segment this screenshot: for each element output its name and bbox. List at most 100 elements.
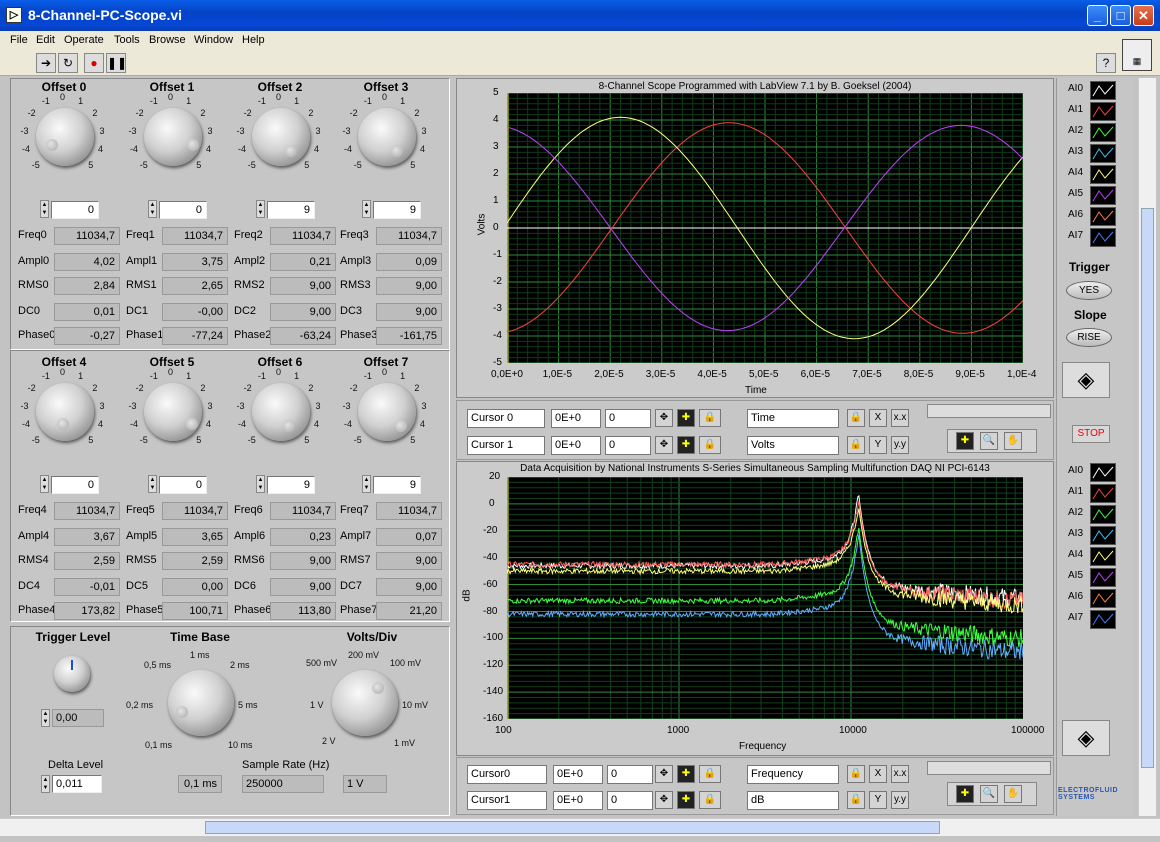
spectrum-plot[interactable] (507, 477, 1023, 719)
legend-item[interactable]: AI4 (1060, 546, 1120, 566)
crosshair-icon[interactable]: ✚ (956, 785, 974, 803)
scope-yscale-name[interactable]: Volts (747, 436, 839, 455)
cursor-move-icon[interactable]: ✥ (655, 409, 673, 427)
abort-icon[interactable]: ● (84, 53, 104, 73)
offset-knob[interactable] (36, 383, 94, 441)
legend-item[interactable]: AI2 (1060, 504, 1120, 524)
run-arrow-icon[interactable]: ➔ (36, 53, 56, 73)
offset-spinner[interactable]: ▲ ▼ (362, 475, 371, 493)
help-icon[interactable]: ? (1096, 53, 1116, 73)
pan-hand-icon[interactable]: ✋ (1004, 785, 1022, 803)
offset-input[interactable]: 0 (51, 201, 99, 219)
cursor1-y[interactable]: 0 (605, 436, 651, 455)
cursor-style-icon[interactable]: ✚ (677, 409, 695, 427)
offset-knob[interactable] (358, 108, 416, 166)
pause-icon[interactable]: ❚❚ (106, 53, 127, 73)
offset-input[interactable]: 9 (373, 476, 421, 494)
spec-cursor1-x[interactable]: 0E+0 (553, 791, 603, 810)
trigger-toggle[interactable]: YES (1066, 281, 1112, 300)
cursor-style-icon[interactable]: ✚ (677, 791, 695, 809)
format-x-icon[interactable]: x.x (891, 409, 909, 427)
format-y-icon[interactable]: y.y (891, 791, 909, 809)
cursor-style-icon[interactable]: ✚ (677, 765, 695, 783)
crosshair-icon[interactable]: ✚ (956, 432, 974, 450)
cursor1-name[interactable]: Cursor 1 (467, 436, 545, 455)
scope-plot[interactable] (507, 93, 1023, 363)
spectrum-nav-icon[interactable]: ◈ (1062, 720, 1110, 756)
spec-cursor0-y[interactable]: 0 (607, 765, 653, 784)
spec-cursor1-name[interactable]: Cursor1 (467, 791, 547, 810)
cursor-lock-icon[interactable]: 🔒 (699, 791, 721, 809)
autoscale-y-icon[interactable]: Y (869, 791, 887, 809)
delta-level-input[interactable]: 0,011 (52, 775, 102, 793)
legend-item[interactable]: AI1 (1060, 483, 1120, 503)
legend-item[interactable]: AI5 (1060, 567, 1120, 587)
offset-spinner[interactable]: ▲ ▼ (362, 200, 371, 218)
spec-cursor0-name[interactable]: Cursor0 (467, 765, 547, 784)
cursor0-name[interactable]: Cursor 0 (467, 409, 545, 428)
legend-item[interactable]: AI1 (1060, 101, 1120, 121)
menu-tools[interactable]: Tools (114, 34, 140, 46)
offset-knob[interactable] (36, 108, 94, 166)
legend-item[interactable]: AI0 (1060, 80, 1120, 100)
trigger-level-spinner[interactable]: ▲ ▼ (41, 709, 50, 727)
menu-help[interactable]: Help (242, 34, 265, 46)
vertical-scrollbar[interactable] (1138, 78, 1156, 816)
cursor-lock-icon[interactable]: 🔒 (699, 436, 721, 454)
menu-edit[interactable]: Edit (36, 34, 55, 46)
cursor-style-icon[interactable]: ✚ (677, 436, 695, 454)
autoscale-y-icon[interactable]: Y (869, 436, 887, 454)
legend-item[interactable]: AI6 (1060, 206, 1120, 226)
lock-icon[interactable]: 🔒 (847, 436, 865, 454)
autoscale-x-icon[interactable]: X (869, 409, 887, 427)
offset-input[interactable]: 0 (51, 476, 99, 494)
menu-window[interactable]: Window (194, 34, 233, 46)
legend-item[interactable]: AI7 (1060, 609, 1120, 629)
legend-item[interactable]: AI3 (1060, 525, 1120, 545)
trigger-level-value[interactable]: 0,00 (52, 709, 104, 727)
horizontal-scroll-thumb[interactable] (205, 821, 940, 834)
vertical-scroll-thumb[interactable] (1141, 208, 1154, 768)
maximize-button[interactable]: □ (1110, 5, 1131, 26)
offset-knob[interactable] (252, 108, 310, 166)
offset-knob[interactable] (252, 383, 310, 441)
offset-spinner[interactable]: ▲ ▼ (256, 475, 265, 493)
legend-item[interactable]: AI2 (1060, 122, 1120, 142)
format-y-icon[interactable]: y.y (891, 436, 909, 454)
volts-div-knob[interactable] (332, 670, 398, 736)
offset-spinner[interactable]: ▲ ▼ (148, 200, 157, 218)
cursor1-x[interactable]: 0E+0 (551, 436, 601, 455)
spec-xscale-name[interactable]: Frequency (747, 765, 839, 784)
menu-file[interactable]: File (10, 34, 28, 46)
trigger-level-knob[interactable] (54, 656, 90, 692)
zoom-icon[interactable]: 🔍 (980, 785, 998, 803)
app-icon[interactable]: ▷ (6, 7, 22, 23)
lock-icon[interactable]: 🔒 (847, 791, 865, 809)
horizontal-scrollbar[interactable] (0, 818, 1160, 836)
offset-input[interactable]: 0 (159, 201, 207, 219)
cursor-lock-icon[interactable]: 🔒 (699, 409, 721, 427)
autoscale-x-icon[interactable]: X (869, 765, 887, 783)
offset-input[interactable]: 9 (267, 201, 315, 219)
close-button[interactable]: ✕ (1133, 5, 1154, 26)
delta-level-spinner[interactable]: ▲ ▼ (41, 775, 50, 793)
lock-icon[interactable]: 🔒 (847, 765, 865, 783)
format-x-icon[interactable]: x.x (891, 765, 909, 783)
offset-input[interactable]: 9 (267, 476, 315, 494)
time-base-knob[interactable] (168, 670, 234, 736)
cursor-move-icon[interactable]: ✥ (655, 436, 673, 454)
offset-input[interactable]: 0 (159, 476, 207, 494)
slope-toggle[interactable]: RISE (1066, 328, 1112, 347)
spectrum-scrollbar[interactable] (927, 761, 1051, 775)
offset-knob[interactable] (144, 383, 202, 441)
offset-knob[interactable] (144, 108, 202, 166)
legend-item[interactable]: AI4 (1060, 164, 1120, 184)
cursor0-y[interactable]: 0 (605, 409, 651, 428)
legend-item[interactable]: AI0 (1060, 462, 1120, 482)
cursor0-x[interactable]: 0E+0 (551, 409, 601, 428)
offset-spinner[interactable]: ▲ ▼ (256, 200, 265, 218)
offset-spinner[interactable]: ▲ ▼ (40, 200, 49, 218)
cursor-lock-icon[interactable]: 🔒 (699, 765, 721, 783)
menu-browse[interactable]: Browse (149, 34, 186, 46)
run-continuous-icon[interactable]: ↻ (58, 53, 78, 73)
